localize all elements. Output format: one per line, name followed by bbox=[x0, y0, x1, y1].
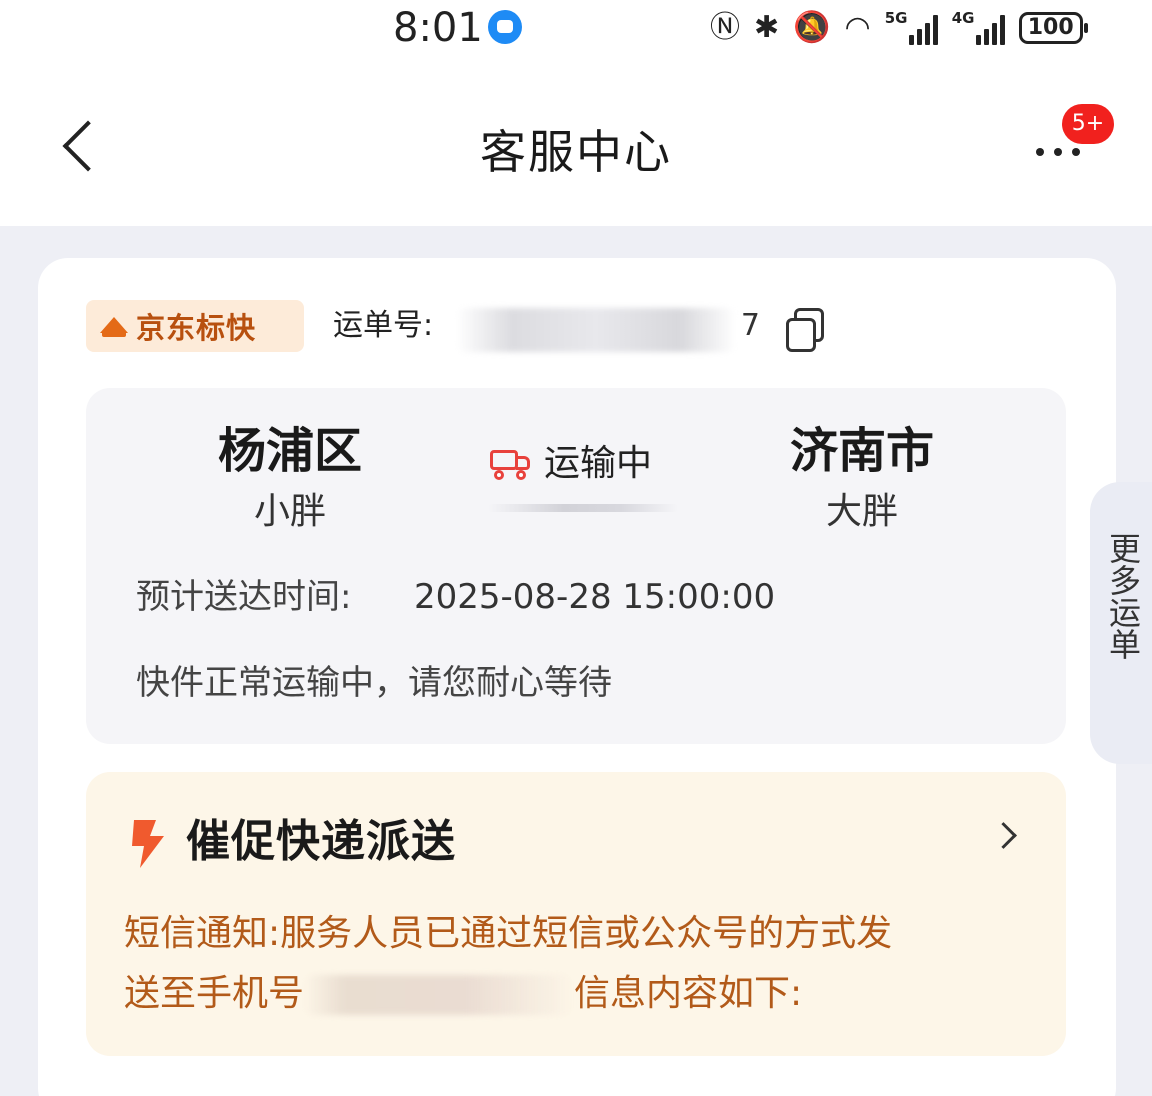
route-origin: 杨浦区 小胖 bbox=[140, 420, 440, 538]
status-time: 8:01 bbox=[393, 5, 483, 51]
eta-value: 2025-08-28 15:00:00 bbox=[414, 577, 776, 617]
eta-label: 预计送达时间: bbox=[136, 577, 352, 617]
transit-note: 快件正常运输中，请您耐心等待 bbox=[136, 663, 612, 703]
truck-icon bbox=[488, 446, 534, 482]
route-destination: 济南市 大胖 bbox=[712, 420, 1012, 538]
urge-message-line2: 送至手机号 信息内容如下: bbox=[124, 964, 1024, 1024]
urge-message-line1: 短信通知:服务人员已通过短信或公众号的方式发 bbox=[124, 913, 893, 954]
more-waybills-label: 更多运单 bbox=[1104, 532, 1142, 660]
bluetooth-icon: ✱ bbox=[754, 10, 780, 45]
service-tag: 京东标快 bbox=[86, 300, 304, 352]
urge-delivery-title: 催促快递派送 bbox=[186, 816, 456, 867]
phone-number-mask bbox=[304, 975, 575, 1015]
wifi-icon: ◠ bbox=[844, 10, 871, 45]
mute-icon: 🔕 bbox=[793, 10, 831, 45]
waybill-number-mask bbox=[456, 308, 736, 352]
nav-bar: 客服中心 bbox=[0, 60, 1152, 226]
signal-4g-icon: 4G bbox=[951, 9, 1005, 45]
page-title: 客服中心 bbox=[480, 125, 672, 179]
destination-person: 大胖 bbox=[825, 491, 898, 532]
urge-message-suffix: 信息内容如下: bbox=[574, 973, 803, 1014]
message-icon bbox=[488, 10, 522, 44]
copy-icon[interactable] bbox=[784, 308, 824, 352]
urge-message-prefix: 送至手机号 bbox=[124, 973, 305, 1014]
signal-5g-icon: 5G bbox=[884, 9, 938, 45]
urge-message: 短信通知:服务人员已通过短信或公众号的方式发 送至手机号 信息内容如下: bbox=[124, 904, 1024, 1024]
signal-5g-label: 5G bbox=[884, 9, 908, 27]
origin-city: 杨浦区 bbox=[217, 423, 362, 479]
status-icons: Ⓝ ✱ 🔕 ◠ 5G 4G 100 bbox=[710, 8, 1088, 48]
route-progress-line bbox=[488, 504, 678, 512]
waybill-label: 运单号: bbox=[333, 308, 434, 343]
notification-badge: 5+ bbox=[1062, 104, 1114, 144]
more-dots-icon bbox=[1036, 148, 1044, 156]
nfc-icon: Ⓝ bbox=[710, 10, 740, 45]
shipment-status: 运输中 bbox=[488, 440, 652, 488]
battery-icon: 100 bbox=[1018, 12, 1088, 44]
destination-city: 济南市 bbox=[789, 423, 934, 479]
crown-icon bbox=[100, 315, 128, 337]
service-tag-label: 京东标快 bbox=[136, 311, 257, 345]
lightning-icon bbox=[126, 818, 170, 870]
status-bar: 8:01 Ⓝ ✱ 🔕 ◠ 5G 4G 100 bbox=[0, 0, 1152, 60]
signal-4g-label: 4G bbox=[951, 9, 975, 27]
chevron-right-icon[interactable] bbox=[994, 822, 1018, 846]
origin-person: 小胖 bbox=[253, 491, 326, 532]
shipment-status-label: 运输中 bbox=[544, 443, 653, 484]
